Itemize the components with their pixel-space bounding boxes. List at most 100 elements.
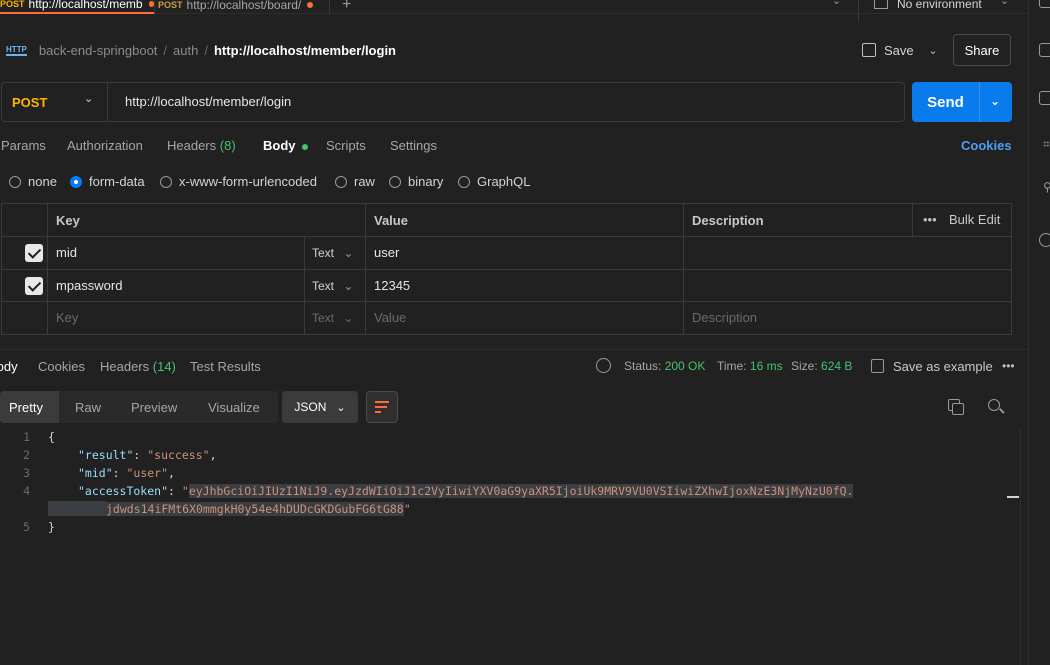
- code-scrollbar-track[interactable]: [1020, 428, 1021, 665]
- search-icon[interactable]: [988, 399, 1000, 411]
- tab-headers[interactable]: Headers (8): [167, 138, 236, 153]
- tools-icon[interactable]: ⚲: [1043, 180, 1050, 194]
- new-description-input[interactable]: Description: [692, 310, 757, 325]
- response-tab-headers[interactable]: Headers (14): [100, 359, 176, 374]
- body-type-binary[interactable]: binary: [389, 174, 443, 189]
- save-as-example-button[interactable]: Save as example: [893, 359, 993, 374]
- request-tab-login[interactable]: POST http://localhost/memb: [0, 0, 154, 14]
- row-divider: [2, 236, 1011, 237]
- new-value-input[interactable]: Value: [374, 310, 406, 325]
- breadcrumb-request-name[interactable]: http://localhost/member/login: [214, 43, 396, 58]
- tab-params[interactable]: Params: [1, 138, 46, 153]
- link-icon[interactable]: ⌗: [1043, 137, 1050, 152]
- share-button[interactable]: Share: [953, 34, 1011, 66]
- http-method-select[interactable]: POST ⌄: [2, 83, 108, 121]
- view-visualize[interactable]: Visualize: [208, 391, 260, 423]
- view-pretty[interactable]: Pretty: [0, 391, 59, 423]
- json-quote: ": [181, 484, 189, 498]
- code-line-token: "accessToken": "eyJhbGciOiJIUzI1NiJ9.eyJ…: [78, 484, 854, 498]
- request-url-bar: POST ⌄ http://localhost/member/login: [1, 82, 905, 122]
- radio-label: GraphQL: [477, 174, 531, 189]
- response-more-icon[interactable]: •••: [1002, 359, 1015, 373]
- param-value[interactable]: user: [374, 245, 399, 260]
- send-button[interactable]: Send ⌄: [912, 82, 1012, 122]
- tabs-dropdown-chevron-icon[interactable]: ⌄: [832, 0, 841, 7]
- save-button[interactable]: Save: [862, 37, 918, 63]
- param-key[interactable]: mid: [56, 245, 77, 260]
- response-tab-cookies[interactable]: Cookies: [38, 359, 85, 374]
- breadcrumb-collection[interactable]: back-end-springboot: [39, 43, 158, 58]
- column-header-key: Key: [56, 213, 80, 228]
- param-key[interactable]: mpassword: [56, 278, 122, 293]
- body-type-raw[interactable]: raw: [335, 174, 375, 189]
- param-type-select[interactable]: Text ⌄: [312, 246, 353, 260]
- line-number: 2: [23, 448, 30, 462]
- radio-label: x-www-form-urlencoded: [179, 174, 317, 189]
- new-type-select[interactable]: Text ⌄: [312, 311, 353, 325]
- param-type-select[interactable]: Text ⌄: [312, 279, 353, 293]
- param-value[interactable]: 12345: [374, 278, 410, 293]
- view-preview[interactable]: Preview: [131, 391, 177, 423]
- network-globe-icon[interactable]: [596, 358, 611, 373]
- body-type-none[interactable]: none: [9, 174, 57, 189]
- body-type-urlencoded[interactable]: x-www-form-urlencoded: [160, 174, 317, 189]
- column-divider: [304, 236, 305, 334]
- documentation-icon[interactable]: [1039, 0, 1050, 8]
- response-tab-test-results[interactable]: Test Results: [190, 359, 261, 374]
- tab-scripts[interactable]: Scripts: [326, 138, 366, 153]
- wrap-lines-icon-bar: [375, 411, 381, 413]
- new-tab-plus-icon[interactable]: +: [342, 0, 351, 14]
- info-icon[interactable]: [1039, 233, 1050, 247]
- url-input[interactable]: http://localhost/member/login: [125, 94, 291, 109]
- response-headers-count: (14): [152, 359, 176, 374]
- breadcrumb-folder[interactable]: auth: [173, 43, 198, 58]
- http-request-icon: HTTP: [6, 44, 27, 56]
- new-type-value: Text: [312, 311, 335, 325]
- send-divider: [979, 82, 980, 122]
- save-options-chevron-icon[interactable]: ⌄: [922, 37, 944, 63]
- response-status[interactable]: Status: 200 OK: [624, 359, 705, 373]
- cookies-link[interactable]: Cookies: [961, 138, 1012, 153]
- radio-selected-icon: [70, 175, 82, 188]
- tab-body[interactable]: Body: [263, 138, 309, 153]
- response-size[interactable]: Size: 624 B: [791, 359, 852, 373]
- code-line-result: "result": "success",: [78, 448, 217, 462]
- response-time[interactable]: Time: 16 ms: [717, 359, 783, 373]
- request-tab-bar: POST http://localhost/memb POST http://l…: [0, 0, 1028, 22]
- env-divider: [858, 0, 859, 22]
- body-modified-dot-icon: [302, 143, 309, 150]
- breadcrumb-separator: /: [163, 42, 168, 58]
- view-raw[interactable]: Raw: [75, 391, 101, 423]
- json-key: "accessToken": [78, 484, 169, 498]
- request-tab-board[interactable]: POST http://localhost/board/: [158, 0, 326, 14]
- row-enabled-checkbox[interactable]: [25, 277, 43, 295]
- environment-selector[interactable]: No environment: [897, 0, 982, 11]
- row-enabled-checkbox[interactable]: [25, 244, 43, 262]
- radio-label: binary: [408, 174, 444, 189]
- code-line-mid: "mid": "user",: [78, 466, 175, 480]
- copy-icon-front: [952, 403, 964, 415]
- line-number: 5: [23, 520, 30, 534]
- response-divider: [0, 349, 1028, 350]
- new-key-input[interactable]: Key: [56, 310, 78, 325]
- body-type-graphql[interactable]: GraphQL: [458, 174, 530, 189]
- response-tab-body[interactable]: Body: [0, 359, 18, 374]
- tab-authorization[interactable]: Authorization: [67, 138, 143, 153]
- radio-icon: [335, 175, 347, 188]
- code-icon[interactable]: [1039, 91, 1050, 105]
- size-label: Size:: [791, 359, 818, 373]
- json-key: "result": [78, 448, 134, 462]
- wrap-lines-button[interactable]: [366, 391, 398, 423]
- tab-settings[interactable]: Settings: [390, 138, 437, 153]
- http-method-value: POST: [12, 94, 48, 110]
- format-select[interactable]: JSON ⌄: [282, 391, 358, 423]
- environment-chevron-icon[interactable]: ⌄: [1000, 0, 1009, 7]
- bulk-edit-button[interactable]: Bulk Edit: [949, 212, 1000, 227]
- send-options-chevron-icon[interactable]: ⌄: [990, 94, 1000, 108]
- comments-icon[interactable]: [1039, 43, 1050, 57]
- body-type-form-data[interactable]: form-data: [70, 174, 145, 189]
- json-token-selected: jdwds14iFMt6X0mmgkH0y54e4hDUDcGKDGubFG6t…: [106, 502, 404, 516]
- code-close-brace: }: [48, 520, 55, 534]
- more-options-icon[interactable]: •••: [923, 212, 937, 227]
- radio-label: raw: [354, 174, 375, 189]
